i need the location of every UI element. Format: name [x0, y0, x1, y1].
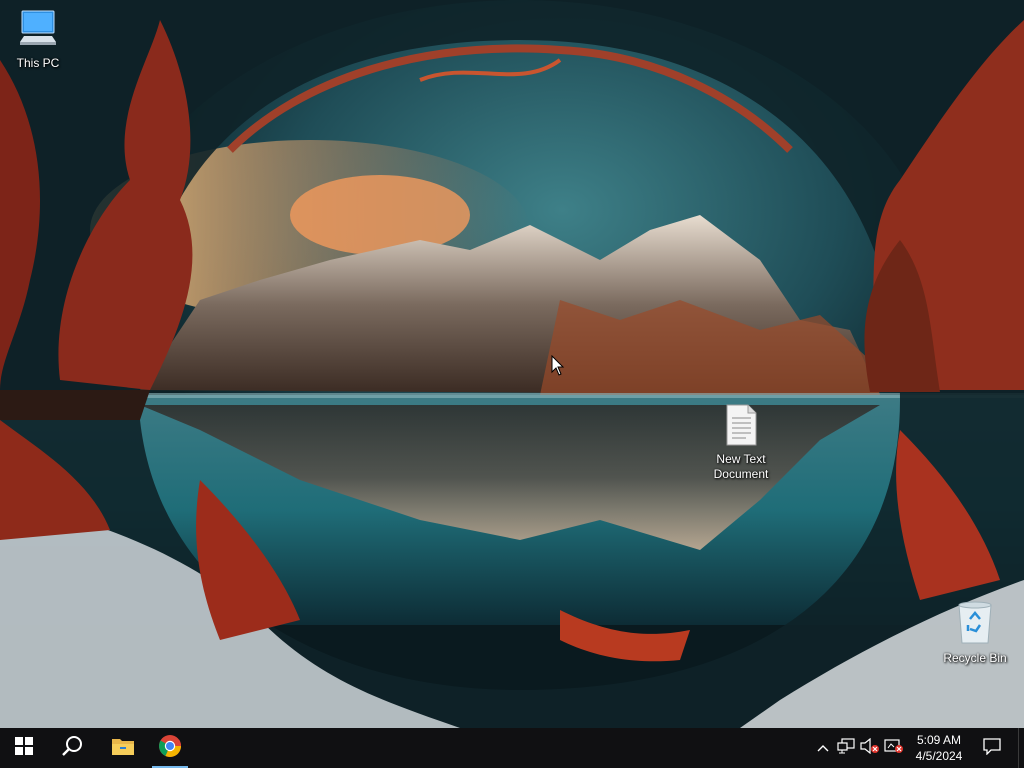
desktop-icon-new-text-document[interactable]: New Text Document	[703, 404, 779, 482]
volume-tray-button[interactable]	[859, 728, 881, 768]
start-button[interactable]	[0, 728, 48, 768]
taskbar-chrome-button[interactable]	[148, 728, 192, 768]
desktop-icon-this-pc[interactable]: This PC	[0, 8, 76, 71]
computer-icon	[0, 8, 76, 54]
volume-muted-icon	[860, 737, 880, 759]
text-document-icon	[703, 404, 779, 450]
taskbar-file-explorer-button[interactable]	[99, 728, 147, 768]
network-tray-button[interactable]	[835, 728, 857, 768]
windows-logo-icon	[15, 736, 33, 760]
file-explorer-icon	[111, 736, 135, 761]
clock-time: 5:09 AM	[916, 733, 962, 747]
desktop-icon-label: New Text Document	[713, 452, 769, 481]
desktop[interactable]: This PC New Text Document Recycle Bin	[0, 0, 1024, 728]
show-hidden-icons-button[interactable]	[812, 728, 834, 768]
chevron-up-icon	[817, 739, 829, 757]
app-tray-button[interactable]	[883, 728, 905, 768]
clock-date: 4/5/2024	[915, 749, 963, 763]
show-desktop-button[interactable]	[1018, 728, 1024, 768]
taskbar-clock[interactable]: 5:09 AM 4/5/2024	[908, 728, 970, 768]
chrome-icon	[158, 734, 182, 763]
desktop-icon-label: This PC	[16, 56, 60, 70]
desktop-icon-label: Recycle Bin	[943, 651, 1007, 665]
recycle-bin-icon	[937, 601, 1013, 649]
search-button[interactable]	[48, 728, 96, 768]
desktop-icon-recycle-bin[interactable]: Recycle Bin	[937, 601, 1013, 666]
taskbar: 5:09 AM 4/5/2024	[0, 728, 1024, 768]
network-icon	[837, 737, 855, 759]
action-center-icon	[983, 737, 1001, 760]
desktop-wallpaper	[0, 0, 1024, 728]
search-icon	[61, 735, 83, 762]
action-center-button[interactable]	[972, 728, 1012, 768]
app-tray-icon	[884, 738, 904, 759]
mouse-cursor-icon	[551, 355, 565, 376]
